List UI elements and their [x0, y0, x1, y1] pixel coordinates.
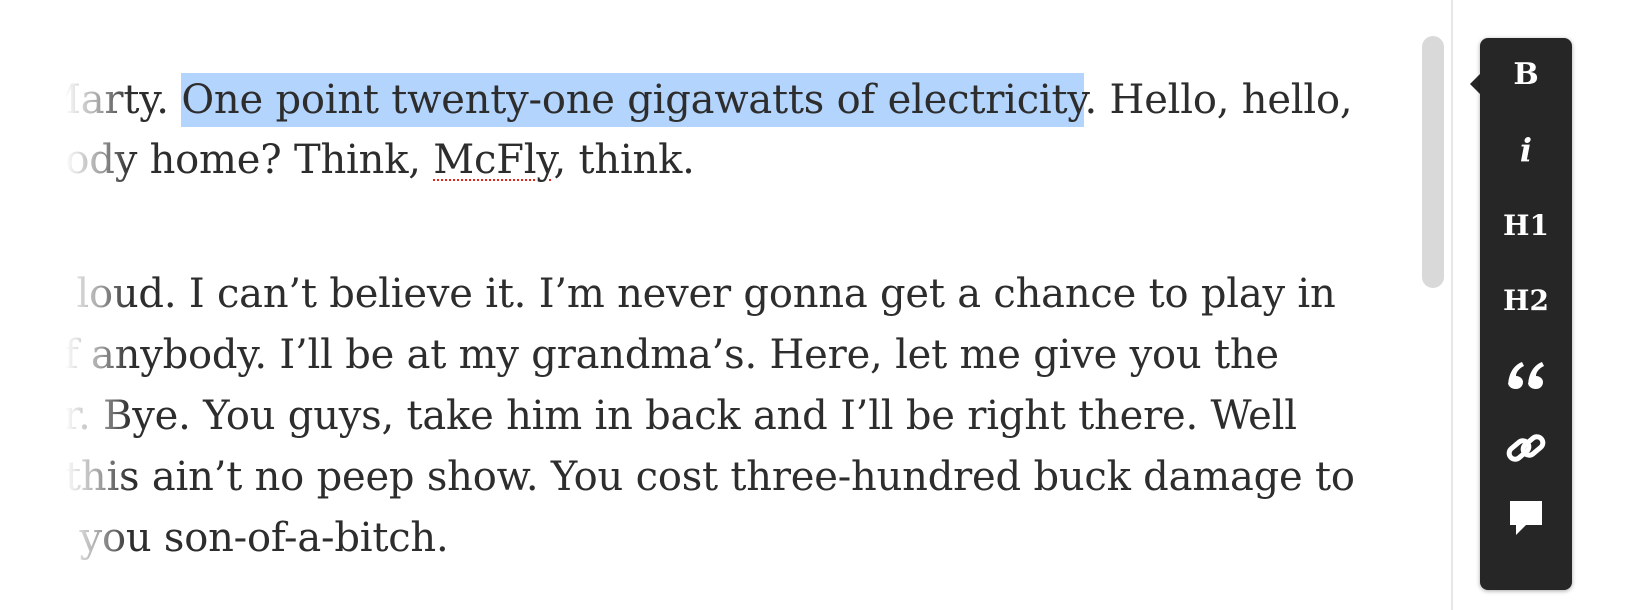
text-segment: . Hello, hello,: [1084, 77, 1353, 123]
sidebar-divider: [1451, 0, 1453, 610]
comment-button[interactable]: [1480, 488, 1572, 548]
heading-2-icon: H2: [1503, 283, 1549, 317]
paragraph-2-line-2: of anybody. I’ll be at my grandma’s. Her…: [40, 332, 1279, 378]
italic-button[interactable]: i: [1480, 120, 1572, 180]
heading-1-button[interactable]: H1: [1480, 195, 1572, 255]
text-segment: , think.: [553, 137, 695, 183]
link-icon: [1506, 434, 1546, 462]
text-segment: Marty.: [40, 77, 182, 123]
heading-2-button[interactable]: H2: [1480, 270, 1572, 330]
paragraph-1-line-2: body home? Think, McFly, think.: [40, 128, 695, 192]
editor-content-area[interactable]: Marty. One point twenty-one gigawatts of…: [0, 0, 1450, 610]
comment-icon: [1510, 501, 1542, 535]
italic-icon: i: [1519, 131, 1533, 169]
text-segment: body home? Think,: [40, 137, 434, 183]
paragraph-2-line-1: o loud. I can’t believe it. I’m never go…: [40, 271, 1336, 317]
link-button[interactable]: [1480, 418, 1572, 478]
paragraph-1-line-1: Marty. One point twenty-one gigawatts of…: [40, 68, 1353, 132]
paragraph-2-line-5: r, you son-of-a-bitch.: [40, 515, 449, 561]
selected-text[interactable]: One point twenty-one gigawatts of electr…: [181, 73, 1085, 127]
scrollbar-thumb[interactable]: [1422, 36, 1444, 288]
heading-1-icon: H1: [1503, 208, 1549, 242]
paragraph-2-line-3: er. Bye. You guys, take him in back and …: [40, 393, 1297, 439]
bold-icon: B: [1513, 56, 1539, 92]
paragraph-2-line-4: , this ain’t no peep show. You cost thre…: [40, 454, 1355, 500]
bold-button[interactable]: B: [1480, 44, 1572, 104]
misspelled-word[interactable]: McFly: [433, 137, 553, 183]
quote-button[interactable]: [1480, 344, 1572, 404]
quote-icon: [1508, 362, 1544, 389]
formatting-toolbar: B i H1 H2: [1480, 38, 1572, 590]
